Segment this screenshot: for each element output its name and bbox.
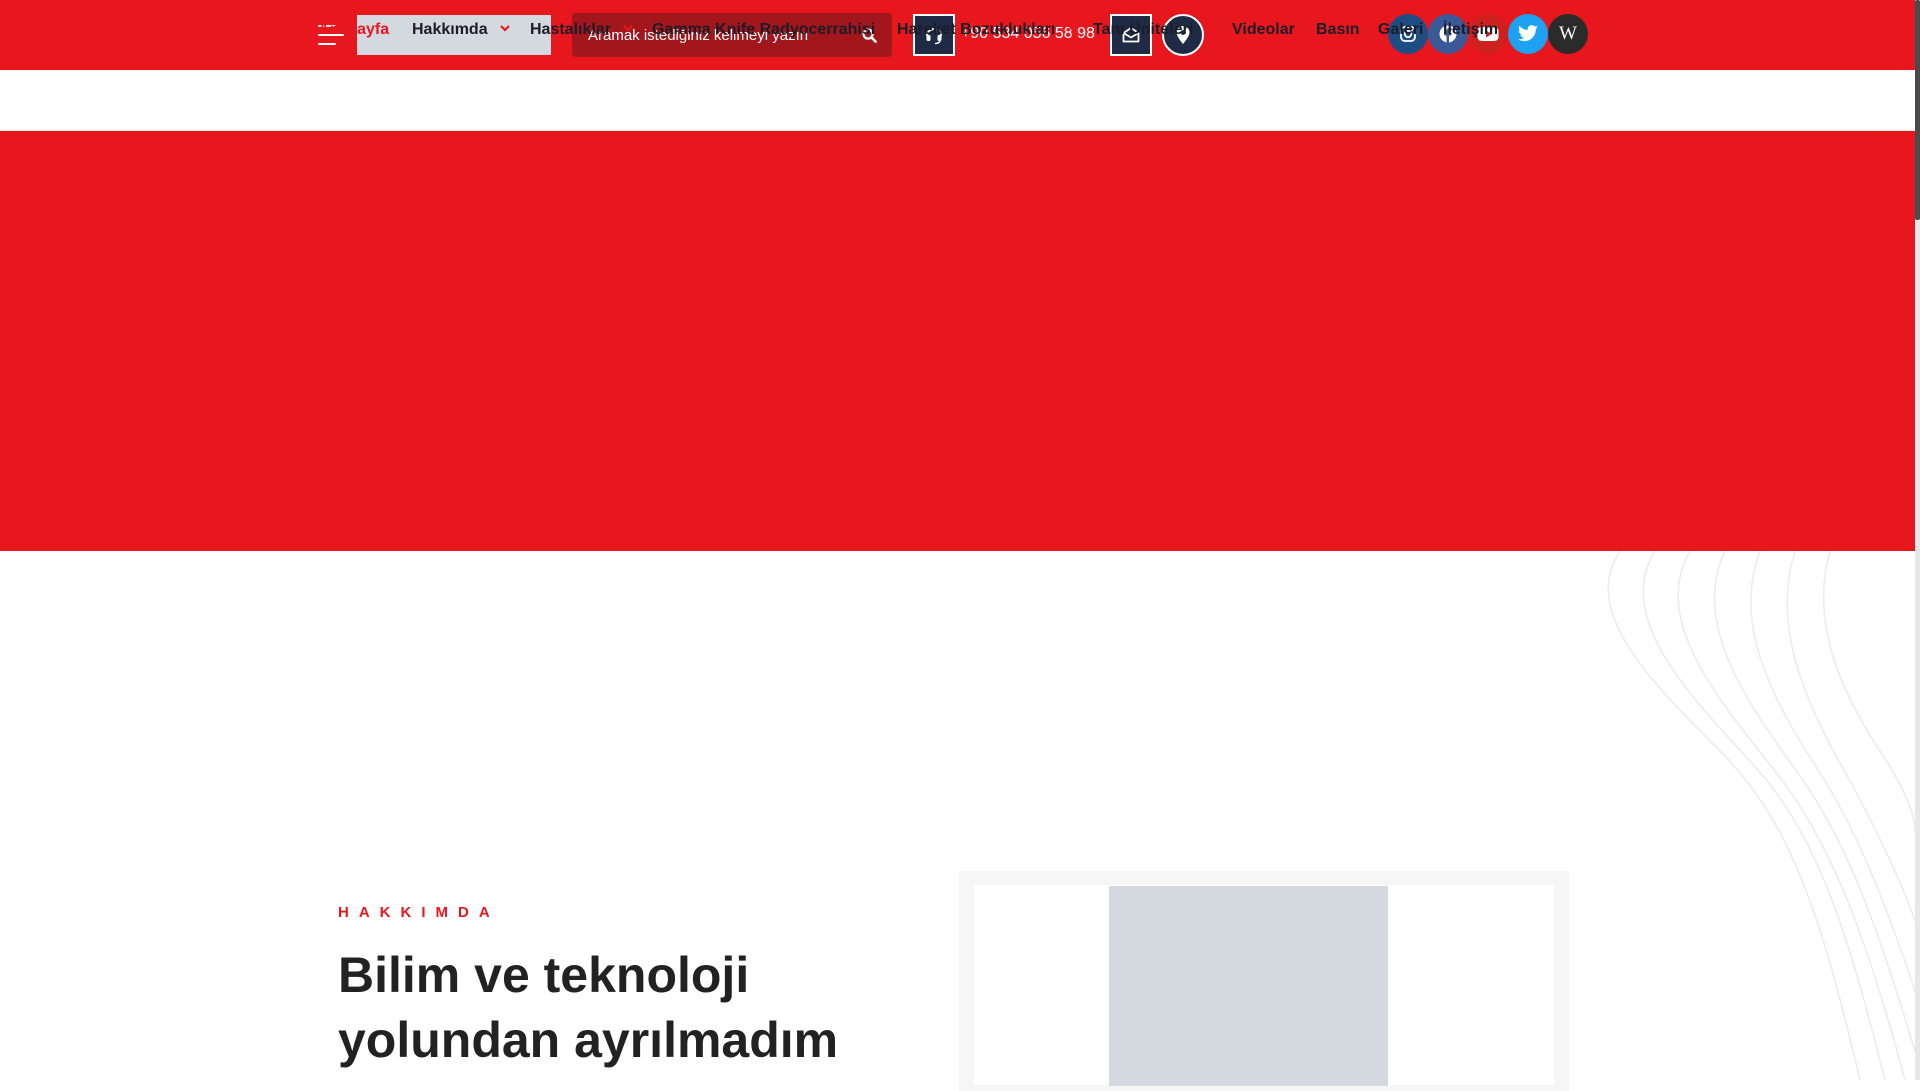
nav-item-hakkimda[interactable]: Hakkımda xyxy=(412,20,510,40)
chevron-down-icon xyxy=(1067,25,1078,32)
nav-label: Galeri xyxy=(1378,21,1424,38)
nav-label: Basın xyxy=(1316,21,1360,38)
main-navigation xyxy=(0,70,1915,131)
chevron-down-icon xyxy=(1205,25,1216,32)
nav-label: Hareket Bozuklukları xyxy=(897,21,1056,38)
nav-label: Hastalıklar xyxy=(530,21,611,38)
nav-label: İletişim xyxy=(1443,21,1499,38)
scrollbar-thumb[interactable] xyxy=(1915,0,1920,220)
nav-label: Gamma Knife Radyocerrahisi xyxy=(652,21,876,38)
chevron-down-icon xyxy=(500,25,510,32)
nav-item-hareket-bozukluklari[interactable]: Hareket Bozuklukları xyxy=(897,20,1078,40)
nav-item-gamma-knife[interactable]: Gamma Knife Radyocerrahisi xyxy=(652,20,875,40)
about-heading-line2: yolundan ayrılmadım xyxy=(338,1012,839,1068)
twitter-link[interactable] xyxy=(1508,14,1548,54)
wikipedia-link[interactable]: W xyxy=(1548,14,1588,54)
nav-item-hastaliklar[interactable]: Hastalıklar xyxy=(530,20,634,40)
about-heading-line1: Bilim ve teknoloji xyxy=(338,947,750,1003)
chevron-down-icon xyxy=(623,25,634,32)
nav-label: Videolar xyxy=(1232,21,1295,38)
nav-item-galeri[interactable]: Galeri xyxy=(1378,20,1423,40)
section-kicker: HAKKIMDA xyxy=(338,904,500,921)
nav-item-videolar[interactable]: Videolar xyxy=(1232,20,1295,40)
hero-banner xyxy=(0,131,1915,551)
decorative-waves xyxy=(1607,551,1915,1080)
wikipedia-icon: W xyxy=(1559,23,1577,44)
nav-item-tani-uniteleri[interactable]: Tanı Üniteleri xyxy=(1093,20,1216,40)
nav-label: Tanı Üniteleri xyxy=(1093,21,1194,38)
nav-label: Anasayfa xyxy=(318,21,390,38)
nav-item-iletisim[interactable]: İletişim xyxy=(1443,20,1498,40)
twitter-icon xyxy=(1518,25,1538,42)
nav-item-anasayfa[interactable]: Anasayfa xyxy=(318,20,389,40)
nav-label: Hakkımda xyxy=(412,21,488,38)
about-heading: Bilim ve teknoloji yolundan ayrılmadım xyxy=(338,943,898,1073)
about-image xyxy=(1109,886,1388,1086)
nav-item-basin[interactable]: Basın xyxy=(1316,20,1360,40)
